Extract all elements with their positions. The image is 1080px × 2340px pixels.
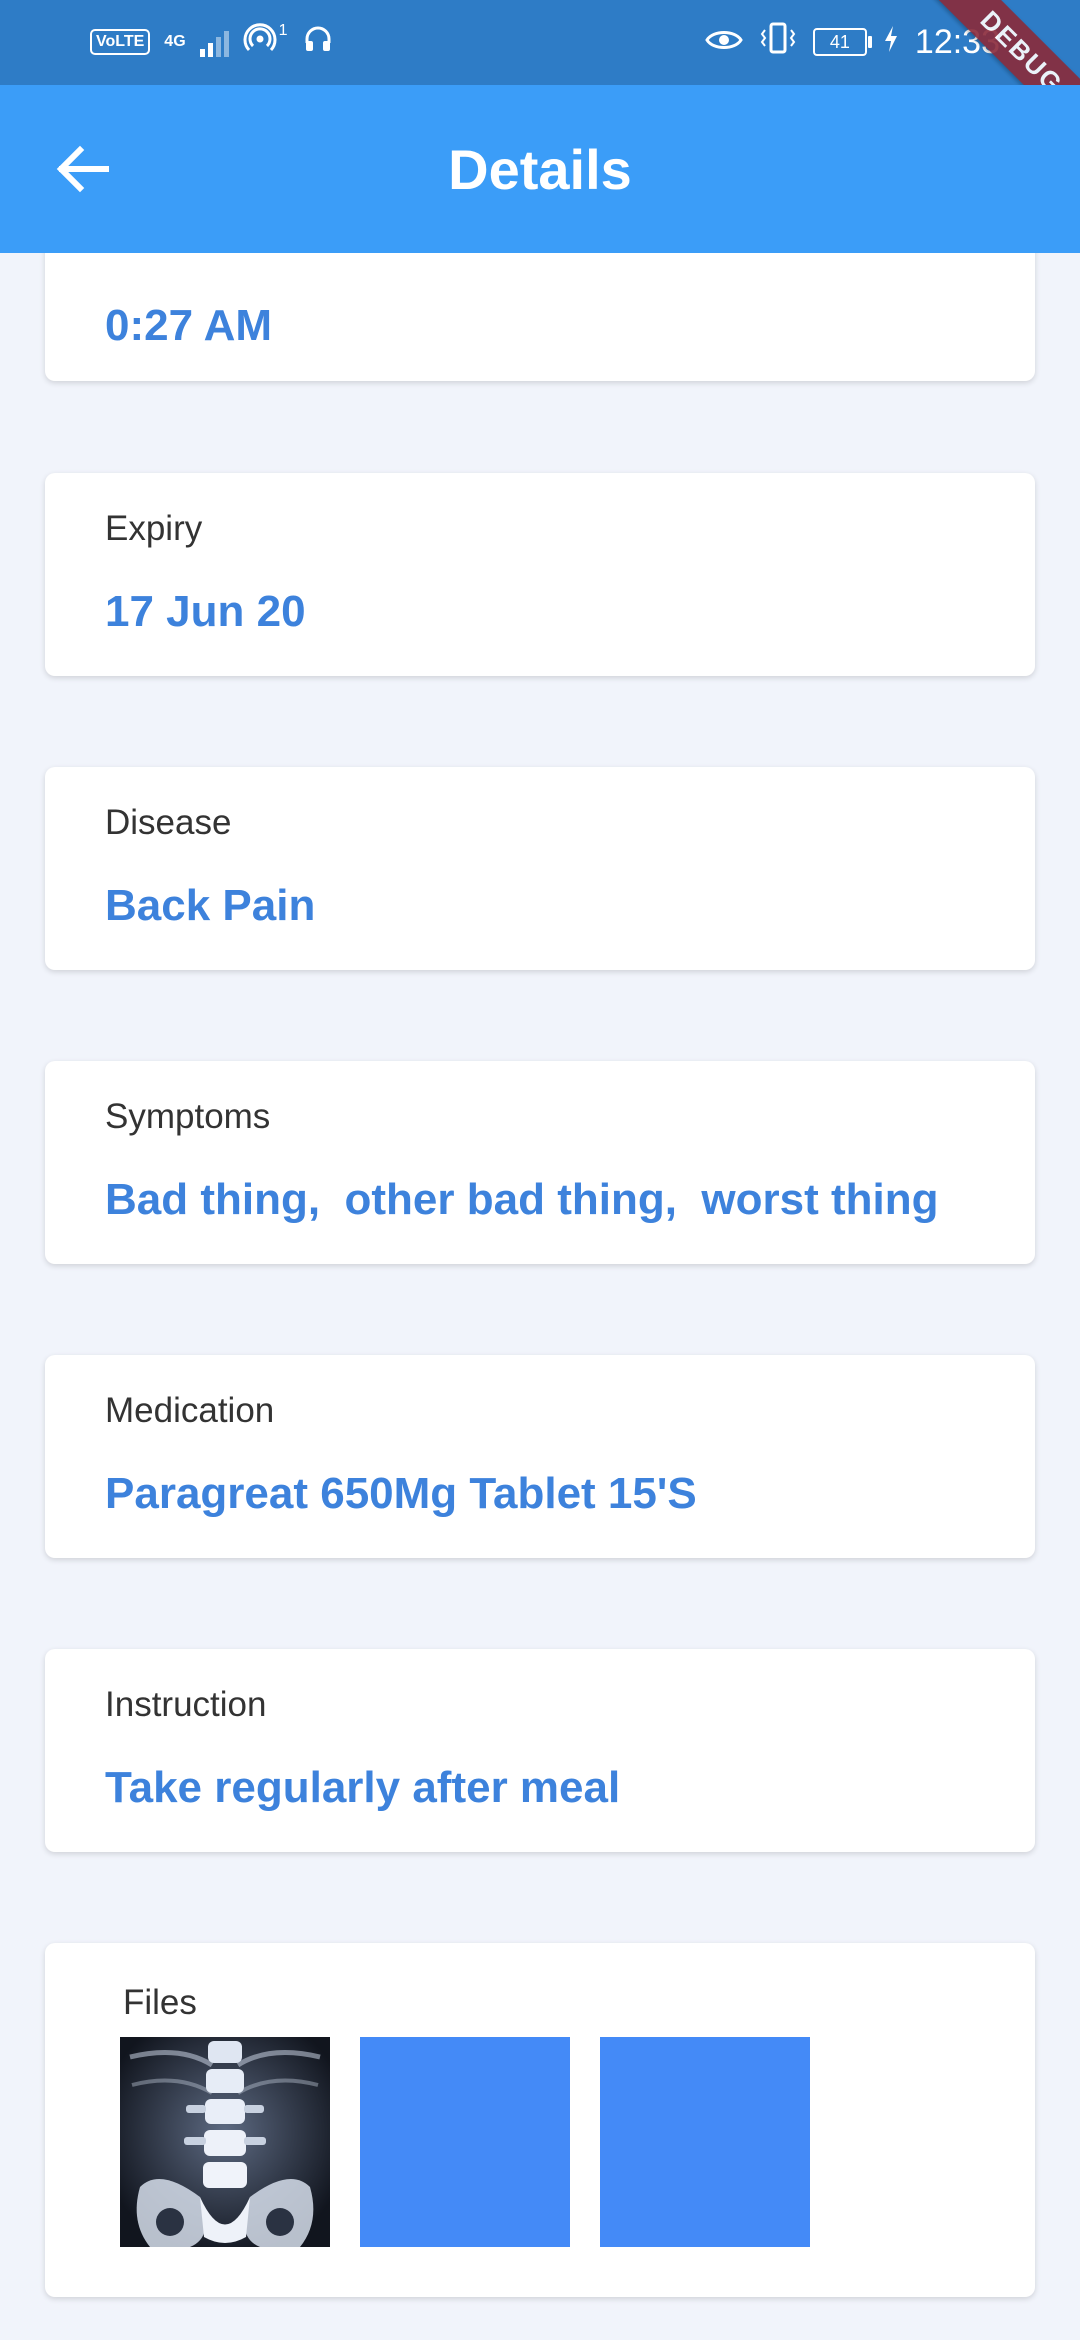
expiry-value: 17 Jun 20 bbox=[105, 587, 306, 636]
details-list[interactable]: 0:27 AM Expiry 17 Jun 20 Disease Back Pa… bbox=[0, 253, 1080, 2340]
file-thumbnail-2[interactable] bbox=[360, 2037, 570, 2247]
hotspot-icon bbox=[243, 22, 277, 63]
time-value: 0:27 AM bbox=[105, 301, 273, 350]
volte-badge: VoLTE bbox=[90, 29, 151, 55]
symptoms-label: Symptoms bbox=[105, 1097, 271, 1136]
expiry-label: Expiry bbox=[105, 509, 203, 548]
status-bar: VoLTE 4G 1 41 12:33 DEBUG bbox=[0, 0, 1080, 153]
medication-value: Paragreat 650Mg Tablet 15'S bbox=[105, 1469, 697, 1518]
eye-icon bbox=[705, 23, 743, 62]
instruction-card: Instruction Take regularly after meal bbox=[45, 1649, 1035, 1852]
vibrate-icon bbox=[759, 22, 797, 63]
medication-card: Medication Paragreat 650Mg Tablet 15'S bbox=[45, 1355, 1035, 1558]
symptoms-value: Bad thing, other bad thing, worst thing bbox=[105, 1175, 939, 1224]
disease-card: Disease Back Pain bbox=[45, 767, 1035, 970]
status-left-icons: VoLTE 4G 1 bbox=[90, 20, 334, 64]
network-type: 4G bbox=[164, 33, 186, 50]
instruction-value: Take regularly after meal bbox=[105, 1763, 621, 1812]
expiry-card: Expiry 17 Jun 20 bbox=[45, 473, 1035, 676]
file-thumbnail-3[interactable] bbox=[600, 2037, 810, 2247]
instruction-label: Instruction bbox=[105, 1685, 267, 1724]
time-card: 0:27 AM bbox=[45, 253, 1035, 381]
xray-image bbox=[120, 2037, 330, 2247]
files-label: Files bbox=[123, 1983, 197, 2022]
charging-icon bbox=[883, 23, 899, 62]
files-card: Files bbox=[45, 1943, 1035, 2297]
app-bar: Details bbox=[0, 85, 1080, 253]
medication-label: Medication bbox=[105, 1391, 275, 1430]
headset-icon bbox=[302, 23, 334, 62]
disease-value: Back Pain bbox=[105, 881, 316, 930]
battery-icon: 41 bbox=[812, 28, 872, 56]
symptoms-card: Symptoms Bad thing, other bad thing, wor… bbox=[45, 1061, 1035, 1264]
status-right-icons: 41 12:33 bbox=[705, 18, 1000, 66]
page-title: Details bbox=[448, 138, 632, 201]
signal-icon bbox=[199, 27, 229, 57]
xray-thumbnail[interactable] bbox=[120, 2037, 330, 2247]
sim-slot-number: 1 bbox=[278, 22, 288, 39]
disease-label: Disease bbox=[105, 803, 232, 842]
